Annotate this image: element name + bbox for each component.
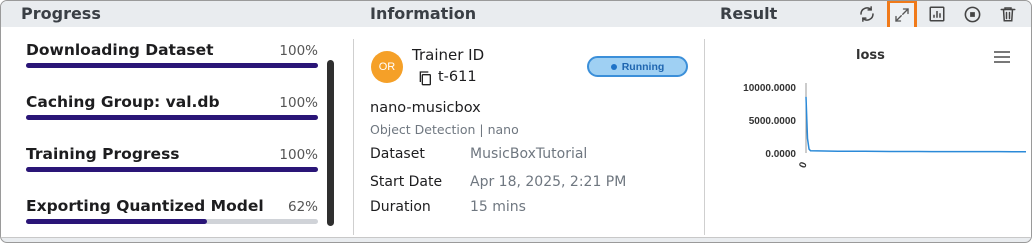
status-badge: Running: [587, 56, 688, 77]
duration-label: Duration: [370, 199, 431, 215]
y-tick-label: 0.0000: [765, 149, 796, 160]
progress-label: Caching Group: val.db: [26, 93, 220, 111]
training-panel: Progress Information Result Downloading …: [0, 0, 1032, 243]
progress-fill: [26, 115, 318, 120]
progress-fill: [26, 219, 208, 224]
progress-section: Downloading Dataset 100% Caching Group: …: [1, 27, 346, 237]
progress-track: [26, 115, 318, 120]
stop-icon[interactable]: [959, 2, 985, 26]
progress-title: Progress: [21, 4, 101, 23]
progress-scrollbar[interactable]: [327, 60, 334, 226]
dataset-value: MusicBoxTutorial: [470, 146, 588, 162]
progress-track: [26, 219, 318, 224]
information-title: Information: [370, 4, 477, 23]
loss-series-line: [805, 96, 1026, 153]
divider: [353, 39, 354, 235]
result-title: Result: [720, 4, 778, 23]
y-tick-label: 10000.0000: [743, 83, 796, 94]
y-tick-label: 5000.0000: [749, 116, 797, 127]
copy-icon[interactable]: [417, 70, 433, 86]
progress-label: Exporting Quantized Model: [26, 197, 264, 215]
trainer-id-value: t-611: [438, 69, 477, 85]
dataset-label: Dataset: [370, 146, 425, 162]
result-section: loss 10000.0000 5000.0000 0.0000 0: [706, 27, 1031, 237]
progress-label: Training Progress: [26, 145, 180, 163]
model-name: nano-musicbox: [370, 100, 481, 116]
expand-icon[interactable]: [887, 1, 917, 30]
progress-percent: 100%: [279, 43, 318, 59]
chart-icon[interactable]: [924, 2, 950, 26]
trainer-id-label: Trainer ID: [412, 46, 485, 64]
loss-chart: 10000.0000 5000.0000 0.00000: [743, 83, 1026, 170]
x-tick-label: 0: [798, 160, 810, 169]
progress-percent: 100%: [279, 95, 318, 111]
status-text: Running: [621, 60, 665, 73]
start-date-label: Start Date: [370, 174, 443, 190]
progress-percent: 100%: [279, 147, 318, 163]
avatar: OR: [371, 51, 403, 83]
progress-track: [26, 63, 318, 68]
menu-icon[interactable]: [994, 50, 1010, 64]
progress-label: Downloading Dataset: [26, 41, 214, 59]
progress-fill: [26, 167, 318, 172]
panel-header: Progress Information Result: [1, 1, 1031, 30]
progress-fill: [26, 63, 318, 68]
information-section: OR Trainer ID t-611 Running nano-musicbo…: [355, 27, 703, 237]
chart-title: loss: [856, 48, 885, 63]
divider: [704, 39, 705, 235]
progress-percent: 62%: [287, 199, 318, 215]
status-dot-icon: [610, 63, 617, 70]
refresh-icon[interactable]: [854, 2, 880, 26]
panel-body: Downloading Dataset 100% Caching Group: …: [1, 27, 1031, 238]
duration-value: 15 mins: [470, 199, 526, 215]
start-date-value: Apr 18, 2025, 2:21 PM: [470, 174, 627, 190]
trash-icon[interactable]: [995, 2, 1021, 26]
model-subtitle: Object Detection | nano: [370, 122, 519, 137]
progress-track: [26, 167, 318, 172]
